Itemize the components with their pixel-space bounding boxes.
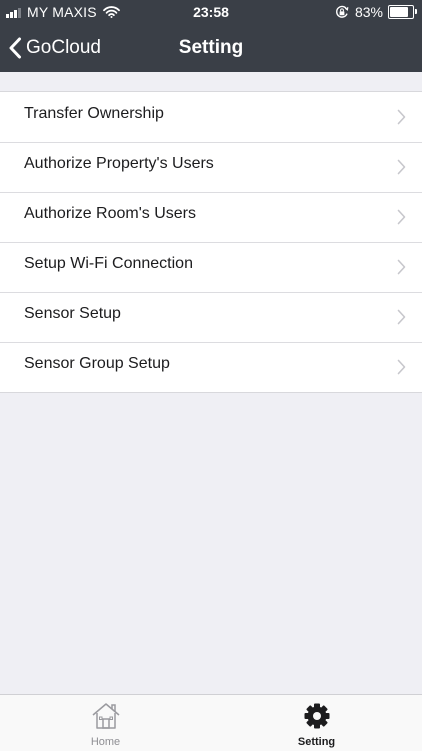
settings-item-label: Authorize Room's Users — [24, 205, 196, 222]
settings-item-label: Authorize Property's Users — [24, 155, 214, 172]
battery-percentage: 83% — [354, 4, 383, 20]
back-button[interactable]: GoCloud — [8, 24, 101, 72]
settings-item-authorize-property-users[interactable]: Authorize Property's Users — [0, 142, 422, 192]
back-label: GoCloud — [26, 37, 101, 58]
home-icon — [92, 703, 119, 729]
settings-item-sensor-setup[interactable]: Sensor Setup — [0, 292, 422, 342]
status-bar: MY MAXIS 23:58 83% — [0, 0, 422, 24]
settings-item-label: Sensor Group Setup — [24, 355, 170, 372]
settings-item-authorize-room-users[interactable]: Authorize Room's Users — [0, 192, 422, 242]
tab-bar: Home Setting — [0, 694, 422, 751]
nav-bar: GoCloud Setting — [0, 24, 422, 72]
settings-item-transfer-ownership[interactable]: Transfer Ownership — [0, 92, 422, 142]
header: MY MAXIS 23:58 83% GoCloud Setting — [0, 0, 422, 72]
settings-list: Transfer Ownership Authorize Property's … — [0, 91, 422, 393]
chevron-right-icon — [397, 109, 406, 125]
settings-item-sensor-group-setup[interactable]: Sensor Group Setup — [0, 342, 422, 392]
settings-item-label: Sensor Setup — [24, 305, 121, 322]
status-right: 83% — [335, 4, 417, 20]
settings-item-label: Setup Wi-Fi Connection — [24, 255, 193, 272]
battery-icon — [388, 5, 417, 19]
orientation-lock-icon — [335, 5, 349, 18]
gear-icon — [304, 703, 329, 729]
chevron-right-icon — [397, 259, 406, 275]
settings-item-setup-wifi-connection[interactable]: Setup Wi-Fi Connection — [0, 242, 422, 292]
chevron-right-icon — [397, 309, 406, 325]
settings-item-label: Transfer Ownership — [24, 105, 164, 122]
chevron-right-icon — [397, 159, 406, 175]
tab-label-setting: Setting — [297, 736, 336, 748]
chevron-left-icon — [9, 37, 21, 59]
chevron-right-icon — [397, 359, 406, 375]
tab-label-home: Home — [90, 736, 121, 748]
tab-home[interactable]: Home — [0, 695, 211, 751]
chevron-right-icon — [397, 209, 406, 225]
tab-setting[interactable]: Setting — [211, 695, 422, 751]
